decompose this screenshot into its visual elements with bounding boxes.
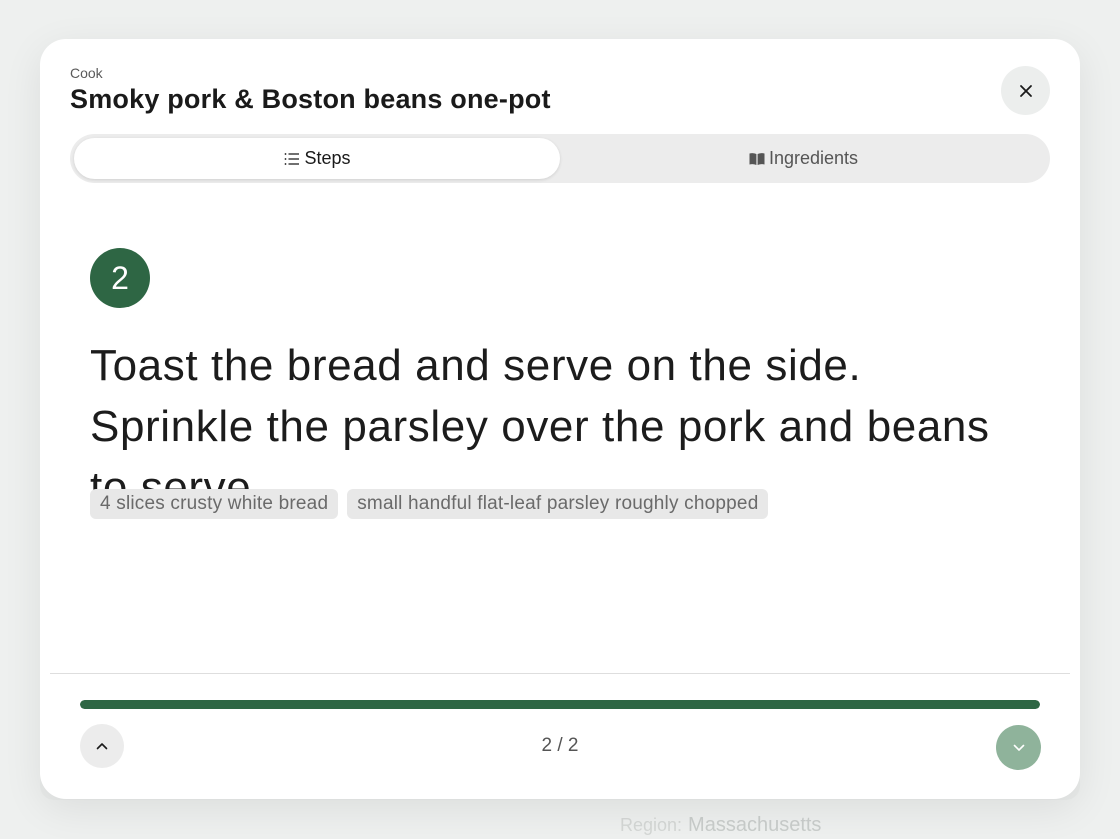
modal-eyebrow: Cook [70, 65, 103, 81]
region-value: Massachusetts [688, 814, 822, 836]
ingredient-chip: small handful flat-leaf parsley roughly … [347, 489, 769, 519]
footer-divider [50, 673, 1070, 674]
chevron-down-icon [1013, 744, 1024, 751]
recipe-title: Smoky pork & Boston beans one-pot [70, 84, 551, 114]
previous-step-button[interactable] [80, 724, 124, 768]
progress-bar [80, 700, 1040, 709]
chevron-up-icon [96, 743, 108, 750]
progress-fill [80, 700, 1040, 709]
view-tabs: Steps Ingredients [70, 134, 1050, 183]
region-label: Region: [620, 815, 683, 835]
tab-steps[interactable]: Steps [74, 138, 560, 179]
step-counter: 2 / 2 [541, 735, 579, 756]
next-step-button[interactable] [996, 725, 1041, 770]
step-ingredients: 4 slices crusty white bread small handfu… [90, 489, 769, 519]
tab-steps-label: Steps [304, 148, 351, 168]
cook-modal: Cook Smoky pork & Boston beans one-pot S… [40, 39, 1080, 799]
step-number-badge: 2 [90, 248, 150, 308]
close-button[interactable] [1001, 66, 1050, 115]
close-icon [1019, 84, 1032, 97]
ingredient-chip: 4 slices crusty white bread [90, 489, 339, 519]
background-region: Region: Massachusetts [620, 814, 821, 837]
tab-ingredients[interactable]: Ingredients [560, 138, 1046, 179]
list-icon [285, 152, 300, 165]
tab-ingredients-label: Ingredients [768, 148, 859, 168]
book-icon [749, 152, 765, 165]
